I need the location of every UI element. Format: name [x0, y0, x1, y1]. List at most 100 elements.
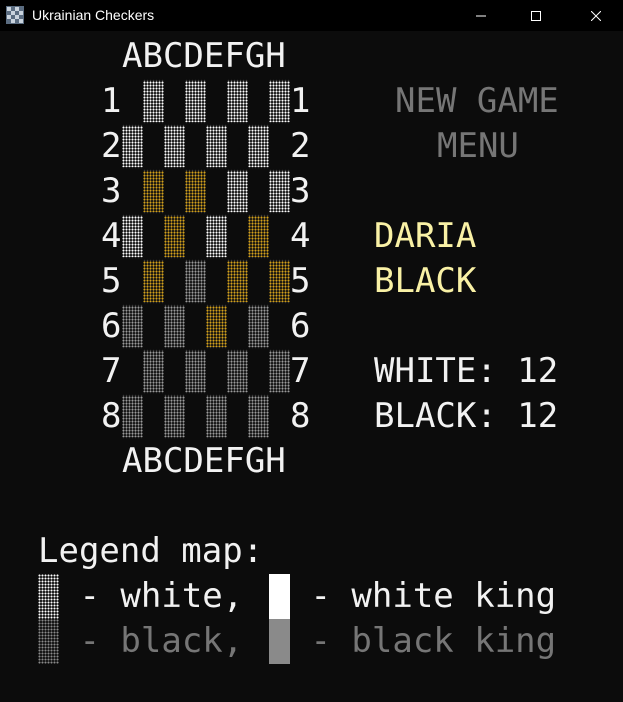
white-piece-icon[interactable]: [122, 126, 143, 167]
board-square-H6[interactable]: [269, 304, 290, 349]
board-square-C1[interactable]: [164, 79, 185, 124]
board-square-B1[interactable]: [143, 79, 164, 124]
black-piece-icon[interactable]: [164, 306, 185, 347]
board-square-C4[interactable]: [164, 214, 185, 259]
white-piece-icon[interactable]: [122, 216, 143, 257]
board-square-D1[interactable]: [185, 79, 206, 124]
board-square-F1[interactable]: [227, 79, 248, 124]
black-piece-icon[interactable]: [164, 396, 185, 437]
highlighted-piece-icon[interactable]: [185, 171, 206, 212]
board-square-A2[interactable]: [122, 124, 143, 169]
black-piece-icon[interactable]: [122, 306, 143, 347]
highlighted-piece-icon[interactable]: [227, 261, 248, 302]
white-piece-icon[interactable]: [206, 216, 227, 257]
white-piece-icon[interactable]: [185, 81, 206, 122]
black-piece-icon[interactable]: [269, 351, 290, 392]
board-square-A8[interactable]: [122, 394, 143, 439]
board-square-F5[interactable]: [227, 259, 248, 304]
highlighted-piece-icon[interactable]: [143, 261, 164, 302]
board-square-E4[interactable]: [206, 214, 227, 259]
board-square-G7[interactable]: [248, 349, 269, 394]
board-square-D3[interactable]: [185, 169, 206, 214]
board-square-F4[interactable]: [227, 214, 248, 259]
maximize-button[interactable]: [513, 0, 559, 31]
board-square-E8[interactable]: [206, 394, 227, 439]
board-square-A3[interactable]: [122, 169, 143, 214]
black-piece-icon[interactable]: [206, 396, 227, 437]
board-square-F7[interactable]: [227, 349, 248, 394]
new-game-button[interactable]: NEW GAME: [395, 79, 559, 124]
board-square-B2[interactable]: [143, 124, 164, 169]
board-square-G1[interactable]: [248, 79, 269, 124]
highlighted-piece-icon[interactable]: [206, 306, 227, 347]
board-square-D7[interactable]: [185, 349, 206, 394]
white-piece-icon[interactable]: [227, 171, 248, 212]
board-square-E6[interactable]: [206, 304, 227, 349]
board-square-E1[interactable]: [206, 79, 227, 124]
board-square-A4[interactable]: [122, 214, 143, 259]
white-piece-icon[interactable]: [269, 81, 290, 122]
board-square-D4[interactable]: [185, 214, 206, 259]
board-square-C3[interactable]: [164, 169, 185, 214]
highlighted-piece-icon[interactable]: [164, 216, 185, 257]
white-piece-icon[interactable]: [227, 81, 248, 122]
board-square-B8[interactable]: [143, 394, 164, 439]
board-square-B3[interactable]: [143, 169, 164, 214]
board-square-F3[interactable]: [227, 169, 248, 214]
board-square-G3[interactable]: [248, 169, 269, 214]
black-piece-icon[interactable]: [185, 351, 206, 392]
board-square-A5[interactable]: [122, 259, 143, 304]
board-square-F8[interactable]: [227, 394, 248, 439]
board-square-D6[interactable]: [185, 304, 206, 349]
board-square-F2[interactable]: [227, 124, 248, 169]
board-square-H4[interactable]: [269, 214, 290, 259]
board-square-B5[interactable]: [143, 259, 164, 304]
board-square-H1[interactable]: [269, 79, 290, 124]
board-square-C7[interactable]: [164, 349, 185, 394]
black-piece-icon[interactable]: [185, 261, 206, 302]
board-square-D8[interactable]: [185, 394, 206, 439]
board-square-G8[interactable]: [248, 394, 269, 439]
board-square-G2[interactable]: [248, 124, 269, 169]
highlighted-piece-icon[interactable]: [269, 261, 290, 302]
board-square-D5[interactable]: [185, 259, 206, 304]
board-square-C5[interactable]: [164, 259, 185, 304]
white-piece-icon[interactable]: [269, 171, 290, 212]
highlighted-piece-icon[interactable]: [143, 171, 164, 212]
board-square-D2[interactable]: [185, 124, 206, 169]
black-piece-icon[interactable]: [248, 306, 269, 347]
board-square-C6[interactable]: [164, 304, 185, 349]
close-button[interactable]: [573, 0, 619, 31]
board-square-E7[interactable]: [206, 349, 227, 394]
board-square-B7[interactable]: [143, 349, 164, 394]
minimize-button[interactable]: [458, 0, 504, 31]
black-piece-icon[interactable]: [143, 351, 164, 392]
board-square-C2[interactable]: [164, 124, 185, 169]
board-square-A6[interactable]: [122, 304, 143, 349]
board-square-G4[interactable]: [248, 214, 269, 259]
white-piece-icon[interactable]: [206, 126, 227, 167]
white-piece-icon[interactable]: [143, 81, 164, 122]
board-square-B6[interactable]: [143, 304, 164, 349]
board-square-G6[interactable]: [248, 304, 269, 349]
board-square-E2[interactable]: [206, 124, 227, 169]
white-piece-icon[interactable]: [248, 126, 269, 167]
board-square-C8[interactable]: [164, 394, 185, 439]
board-square-B4[interactable]: [143, 214, 164, 259]
board-square-E5[interactable]: [206, 259, 227, 304]
board-square-H3[interactable]: [269, 169, 290, 214]
board-square-A1[interactable]: [122, 79, 143, 124]
white-piece-icon[interactable]: [164, 126, 185, 167]
board-square-H2[interactable]: [269, 124, 290, 169]
highlighted-piece-icon[interactable]: [248, 216, 269, 257]
board-square-H5[interactable]: [269, 259, 290, 304]
board-square-A7[interactable]: [122, 349, 143, 394]
black-piece-icon[interactable]: [248, 396, 269, 437]
black-piece-icon[interactable]: [227, 351, 248, 392]
board-square-E3[interactable]: [206, 169, 227, 214]
menu-button[interactable]: MENU: [437, 124, 519, 169]
board-square-H8[interactable]: [269, 394, 290, 439]
checkers-board[interactable]: [122, 79, 290, 439]
board-square-F6[interactable]: [227, 304, 248, 349]
board-square-G5[interactable]: [248, 259, 269, 304]
